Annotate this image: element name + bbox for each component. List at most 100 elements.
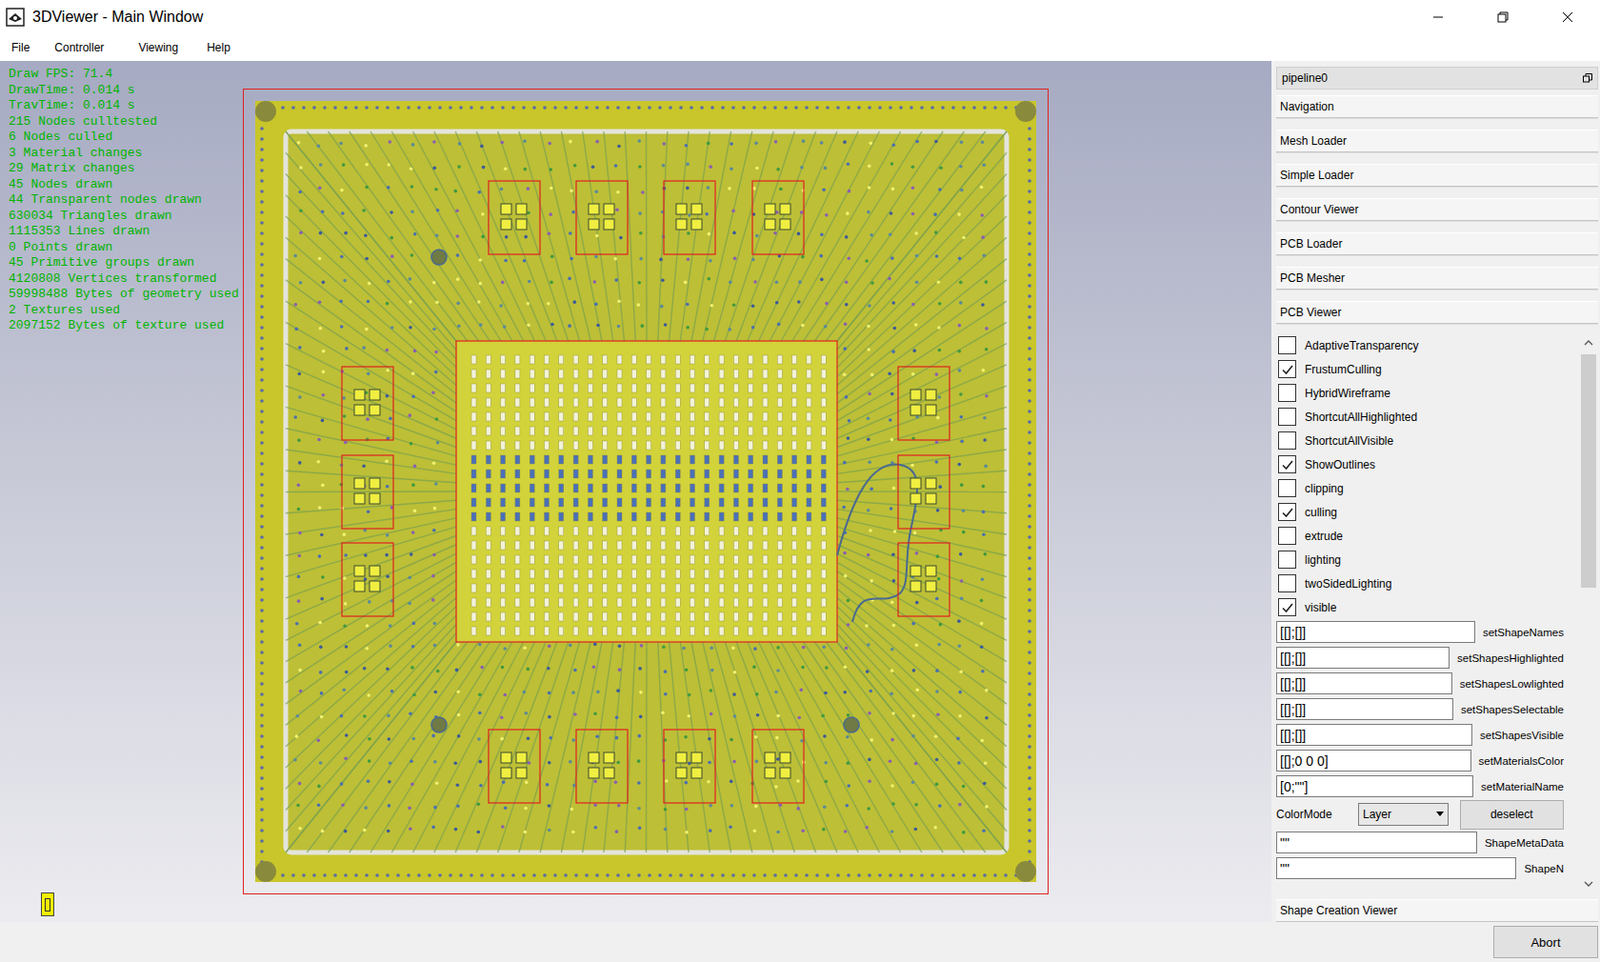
- via: [980, 669, 985, 674]
- via: [549, 255, 554, 260]
- checkbox-row[interactable]: culling: [1276, 500, 1574, 524]
- text-field[interactable]: [[];0 0 0]: [1276, 749, 1472, 772]
- panel-section[interactable]: PCB Mesher: [1276, 266, 1599, 290]
- menu-item[interactable]: Help: [198, 37, 240, 59]
- component[interactable]: [341, 455, 394, 529]
- color-mode-select[interactable]: Layer: [1358, 802, 1449, 826]
- checkbox[interactable]: [1278, 455, 1297, 474]
- via: [1027, 786, 1032, 791]
- panel-section[interactable]: PCB Viewer: [1276, 300, 1599, 324]
- panel-section[interactable]: Contour Viewer: [1276, 198, 1599, 221]
- text-field[interactable]: [[];[]]: [1276, 646, 1450, 669]
- component[interactable]: [663, 729, 716, 803]
- checkbox-row[interactable]: clipping: [1276, 476, 1574, 500]
- component[interactable]: [752, 180, 804, 255]
- panel-section[interactable]: Mesh Loader: [1276, 129, 1599, 153]
- minimize-button[interactable]: [1405, 0, 1471, 34]
- text-field[interactable]: [[];[]]: [1276, 620, 1476, 643]
- component[interactable]: [576, 180, 628, 255]
- checkbox-row[interactable]: visible: [1276, 595, 1574, 620]
- viewport[interactable]: Draw FPS: 71.4DrawTime: 0.014 sTravTime:…: [0, 60, 1272, 922]
- checkbox-row[interactable]: FrustumCulling: [1276, 357, 1574, 381]
- component[interactable]: [488, 729, 540, 803]
- via: [755, 166, 760, 171]
- via: [731, 873, 736, 878]
- component[interactable]: [576, 729, 628, 803]
- via: [774, 300, 779, 305]
- chip-outline[interactable]: [456, 340, 838, 642]
- scroll-thumb[interactable]: [1580, 354, 1597, 588]
- chip-pad: [631, 369, 637, 379]
- component[interactable]: [898, 366, 950, 440]
- trace: [724, 131, 795, 341]
- via: [522, 830, 527, 835]
- chip-pad: [689, 355, 695, 364]
- panel-section[interactable]: PCB Loader: [1276, 232, 1599, 256]
- text-field[interactable]: [[];[]]: [1276, 723, 1473, 746]
- scroll-down-button[interactable]: [1579, 874, 1599, 894]
- restore-button[interactable]: [1470, 0, 1536, 34]
- component[interactable]: [488, 180, 540, 255]
- via: [937, 395, 941, 400]
- checkbox-row[interactable]: ShortcutAllVisible: [1276, 428, 1574, 453]
- checkbox[interactable]: [1278, 526, 1297, 545]
- panel-section[interactable]: Navigation: [1276, 95, 1599, 119]
- scroll-up-button[interactable]: [1579, 333, 1599, 353]
- checkbox-row[interactable]: extrude: [1276, 523, 1574, 548]
- checkbox-row[interactable]: lighting: [1276, 547, 1574, 572]
- chip-pad: [558, 412, 563, 421]
- component[interactable]: [341, 366, 394, 440]
- menu-item[interactable]: Controller: [45, 37, 113, 59]
- close-button[interactable]: [1535, 0, 1600, 34]
- text-field[interactable]: [0;""]: [1276, 775, 1474, 798]
- checkbox[interactable]: [1278, 431, 1297, 450]
- text-field[interactable]: "": [1276, 831, 1478, 854]
- component-pad: [676, 752, 687, 763]
- text-field[interactable]: [[];[]]: [1276, 672, 1453, 695]
- chip-pad: [543, 355, 549, 364]
- undock-icon[interactable]: [1582, 73, 1593, 83]
- checkbox-row[interactable]: AdaptiveTransparency: [1276, 333, 1574, 358]
- chip-pad: [805, 612, 811, 621]
- deselect-button[interactable]: deselect: [1460, 800, 1564, 830]
- checkbox[interactable]: [1278, 336, 1297, 355]
- checkbox[interactable]: [1278, 479, 1297, 498]
- menu-item[interactable]: File: [2, 37, 39, 59]
- via: [410, 782, 415, 787]
- via: [260, 713, 264, 718]
- checkbox-row[interactable]: ShortcutAllHighlighted: [1276, 404, 1574, 429]
- via: [720, 873, 725, 878]
- checkbox[interactable]: [1278, 550, 1297, 569]
- via: [911, 302, 916, 307]
- component[interactable]: [663, 180, 716, 255]
- component[interactable]: [341, 542, 394, 617]
- checkbox-row[interactable]: ShowOutlines: [1276, 452, 1574, 477]
- checkbox-row[interactable]: HybridWireframe: [1276, 380, 1574, 405]
- checkbox[interactable]: [1278, 407, 1297, 426]
- component[interactable]: [752, 729, 804, 803]
- via: [796, 232, 800, 237]
- via: [636, 759, 640, 763]
- checkbox[interactable]: [1278, 383, 1297, 402]
- component[interactable]: [898, 455, 950, 529]
- checkbox[interactable]: [1278, 502, 1297, 521]
- via: [427, 873, 432, 878]
- component[interactable]: [898, 542, 950, 617]
- scrollbar[interactable]: [1579, 333, 1599, 894]
- panel-section[interactable]: Shape Creation Viewer: [1276, 899, 1599, 922]
- checkbox[interactable]: [1278, 360, 1297, 379]
- via: [615, 207, 620, 212]
- via: [935, 554, 940, 559]
- panel-section[interactable]: Simple Loader: [1276, 163, 1599, 187]
- scroll-track[interactable]: [1579, 352, 1599, 875]
- checkbox-row[interactable]: twoSidedLighting: [1276, 571, 1574, 596]
- text-field[interactable]: [[];[]]: [1276, 698, 1454, 720]
- checkbox[interactable]: [1278, 574, 1297, 593]
- pcb-board[interactable]: [242, 88, 1049, 895]
- chip-pad: [805, 626, 811, 636]
- menu-item[interactable]: Viewing: [129, 37, 187, 59]
- abort-button[interactable]: Abort: [1493, 925, 1599, 959]
- checkbox[interactable]: [1278, 598, 1297, 617]
- text-field[interactable]: "": [1276, 857, 1517, 880]
- via: [455, 234, 460, 239]
